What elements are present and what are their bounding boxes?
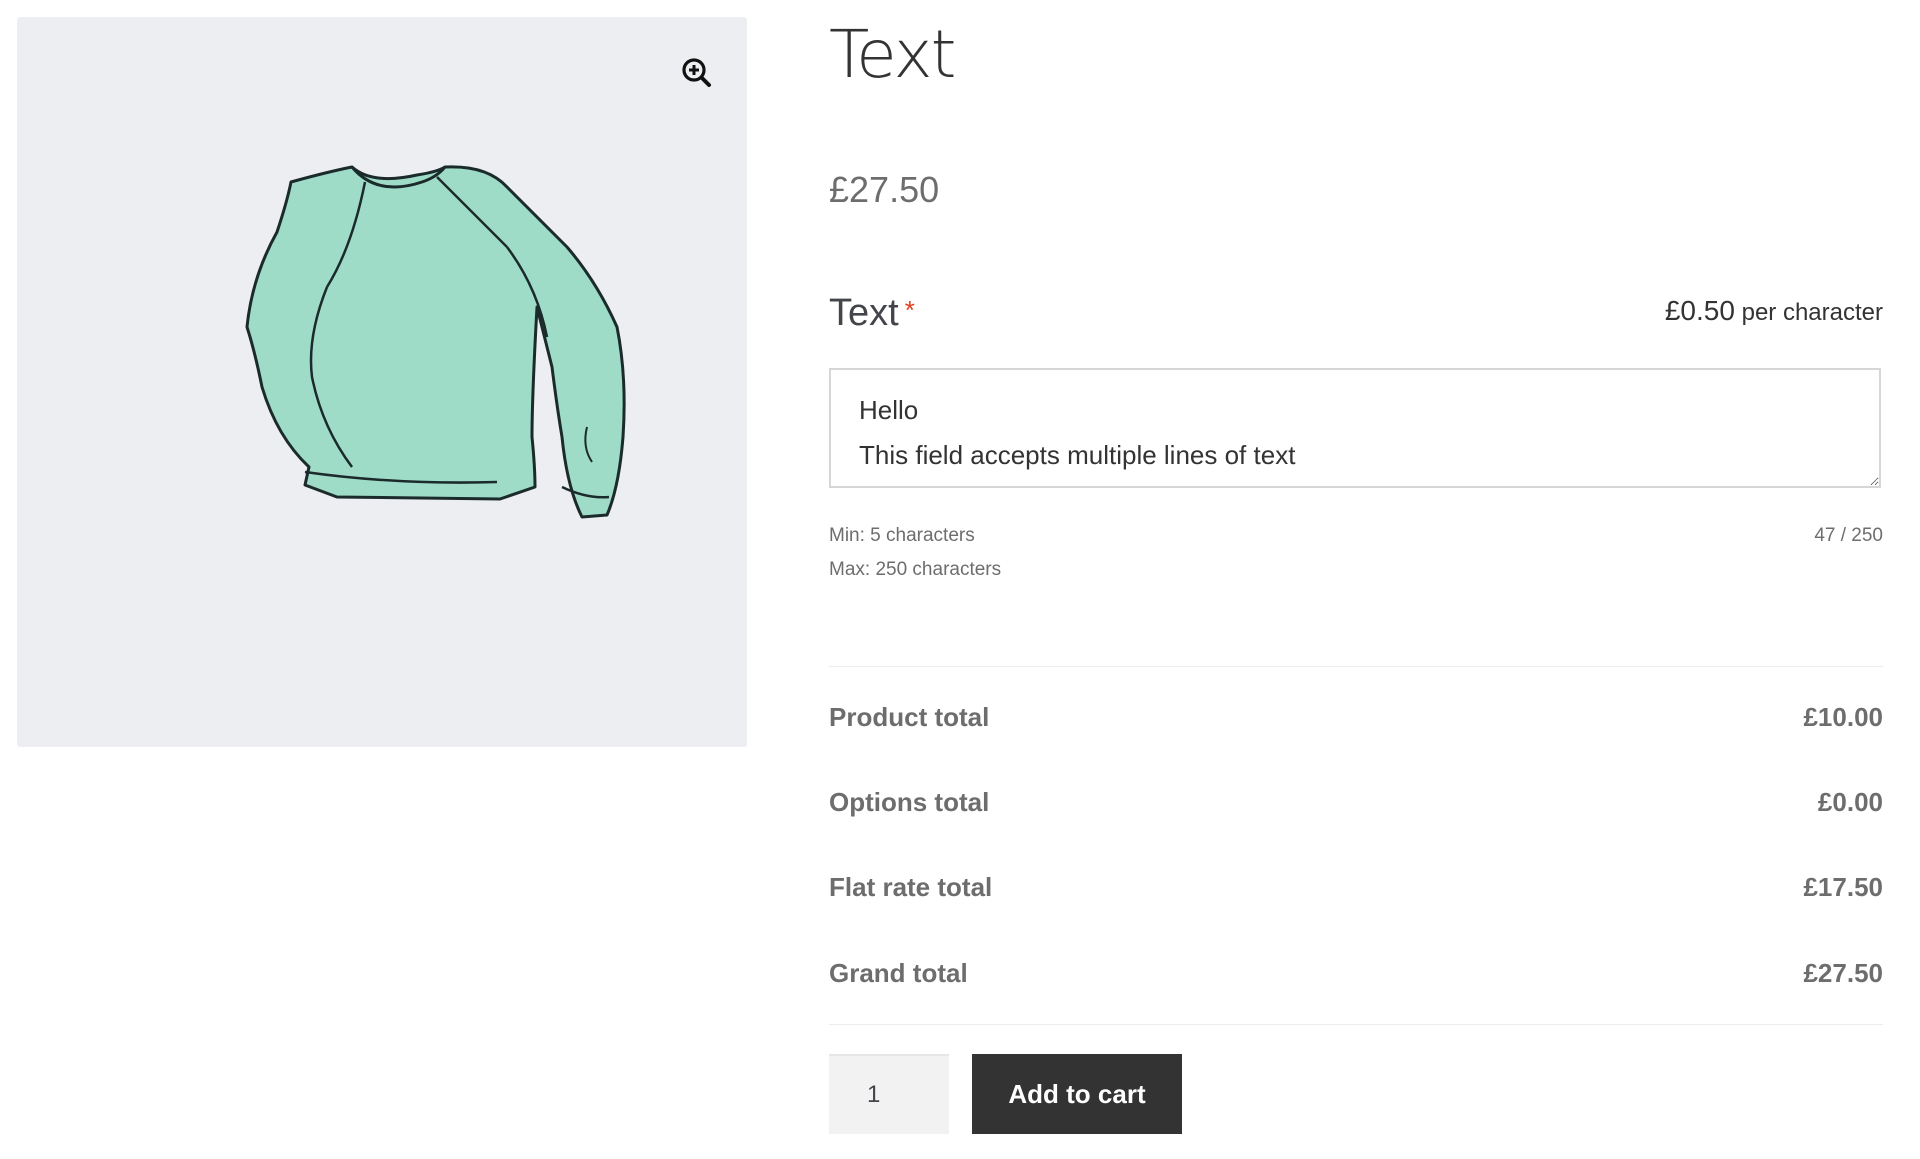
product-page: Text £27.50 Text * £0.50 per character He… <box>0 0 1920 1159</box>
totals-row-product: Product total £10.00 <box>829 702 1883 736</box>
totals-row-options: Options total £0.00 <box>829 787 1883 821</box>
add-to-cart-button[interactable]: Add to cart <box>972 1054 1182 1134</box>
totals-label: Product total <box>829 702 990 732</box>
zoom-in-icon[interactable] <box>677 53 717 93</box>
totals-label: Flat rate total <box>829 872 993 902</box>
totals-value: £17.50 <box>1803 872 1883 902</box>
totals-divider-bottom <box>829 1024 1883 1025</box>
totals-row-grand: Grand total £27.50 <box>829 958 1883 992</box>
max-characters-hint: Max: 250 characters <box>829 559 1002 580</box>
product-price: £27.50 <box>829 169 940 210</box>
required-mark: * <box>904 295 915 325</box>
totals-divider-top <box>829 666 1883 667</box>
sweater-image[interactable] <box>137 137 657 657</box>
totals-value: £0.00 <box>1817 787 1883 817</box>
addon-header: Text * £0.50 per character <box>829 290 1883 340</box>
addon-label: Text * <box>829 294 915 332</box>
custom-text-field[interactable]: Hello This field accepts multiple lines … <box>829 368 1881 488</box>
min-characters-hint: Min: 5 characters <box>829 525 975 546</box>
character-count: 47 / 250 <box>1814 525 1883 546</box>
sweater-body <box>245 165 626 519</box>
totals-value: £27.50 <box>1803 958 1883 988</box>
totals-value: £10.00 <box>1803 702 1883 732</box>
product-gallery <box>17 17 747 747</box>
totals-row-flat-rate: Flat rate total £17.50 <box>829 872 1883 906</box>
totals-label: Grand total <box>829 958 968 988</box>
quantity-input[interactable] <box>829 1054 949 1134</box>
addon-price-unit: per character <box>1741 299 1883 326</box>
totals-label: Options total <box>829 787 990 817</box>
addon-price-amount: £0.50 <box>1664 295 1735 326</box>
product-title: Text <box>829 16 956 93</box>
addon-label-text: Text <box>829 292 899 334</box>
addon-price: £0.50 per character <box>1665 294 1883 328</box>
